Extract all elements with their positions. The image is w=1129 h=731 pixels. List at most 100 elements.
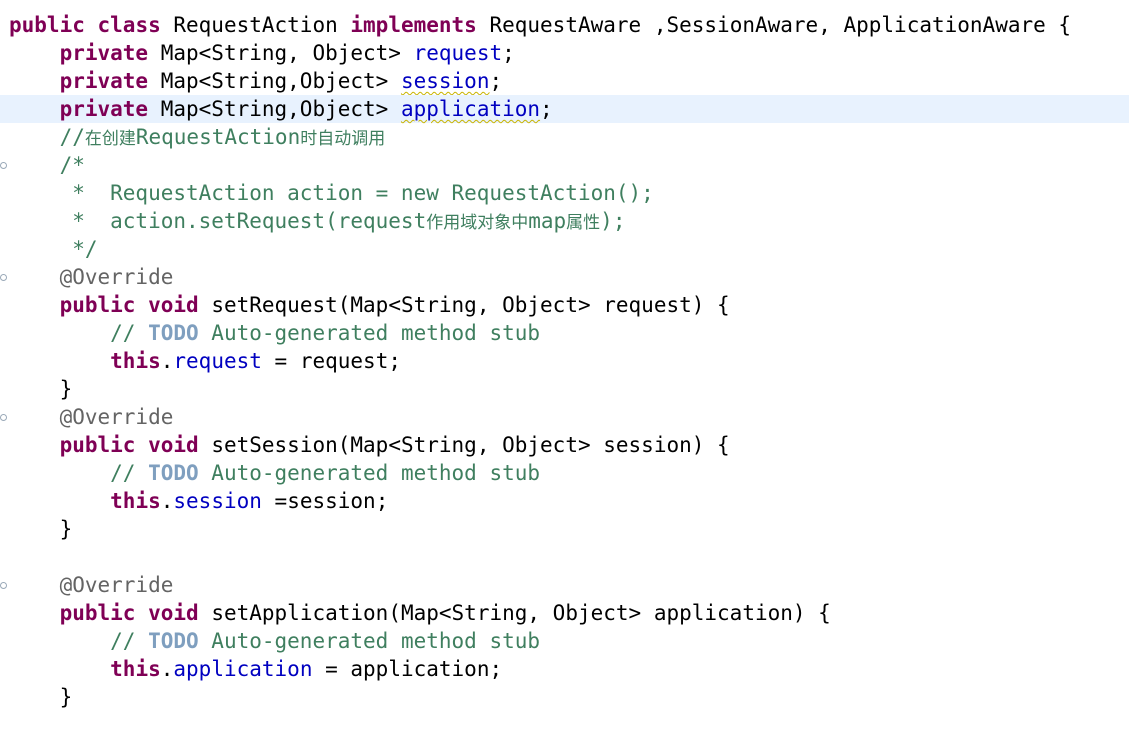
code-line[interactable]: * RequestAction action = new RequestActi… bbox=[0, 179, 1129, 207]
code-line[interactable]: //在创建RequestAction时自动调用 bbox=[0, 123, 1129, 151]
code-token: 时自动调用 bbox=[300, 129, 386, 149]
code-line[interactable]: public void setSession(Map<String, Objec… bbox=[0, 431, 1129, 459]
line-code: @Override bbox=[9, 571, 174, 599]
code-token: = application; bbox=[312, 657, 503, 681]
code-editor[interactable]: public class RequestAction implements Re… bbox=[0, 0, 1129, 731]
code-token: void bbox=[148, 293, 199, 317]
line-code: this.session =session; bbox=[9, 487, 388, 515]
code-token: Auto-generated method stub bbox=[198, 461, 541, 485]
line-code: this.request = request; bbox=[9, 347, 401, 375]
code-token: // bbox=[9, 629, 149, 653]
line-code: public void setRequest(Map<String, Objec… bbox=[9, 291, 730, 319]
code-token: // bbox=[9, 461, 149, 485]
code-token: @Override bbox=[59, 405, 174, 429]
fold-toggle-icon[interactable] bbox=[0, 414, 7, 421]
code-token: * RequestAction action = new RequestActi… bbox=[9, 181, 654, 205]
code-token: =session; bbox=[261, 489, 389, 513]
code-token: Map<String, Object> bbox=[148, 41, 414, 65]
code-token: 属性 bbox=[566, 213, 601, 233]
code-line[interactable]: this.session =session; bbox=[0, 487, 1129, 515]
code-token: Map<String,Object> bbox=[148, 69, 401, 93]
code-line[interactable]: @Override bbox=[0, 403, 1129, 431]
line-code: * action.setRequest(request作用域对象中map属性); bbox=[9, 207, 625, 237]
code-token: setRequest(Map<String, Object> request) … bbox=[198, 293, 730, 317]
line-code: } bbox=[9, 683, 73, 711]
code-line[interactable]: private Map<String,Object> session; bbox=[0, 67, 1129, 95]
line-code: @Override bbox=[9, 263, 174, 291]
code-token: request bbox=[413, 41, 503, 65]
line-code: } bbox=[9, 375, 73, 403]
code-line[interactable]: public class RequestAction implements Re… bbox=[0, 11, 1129, 39]
line-code: public void setApplication(Map<String, O… bbox=[9, 599, 831, 627]
line-code: } bbox=[9, 515, 73, 543]
code-token: map bbox=[528, 209, 567, 233]
code-token: Map<String,Object> bbox=[148, 97, 401, 121]
code-token: @Override bbox=[59, 265, 174, 289]
line-code: this.application = application; bbox=[9, 655, 502, 683]
code-token: 在创建 bbox=[84, 129, 136, 149]
code-token: application bbox=[400, 97, 541, 121]
code-token: Auto-generated method stub bbox=[198, 321, 541, 345]
fold-toggle-icon[interactable] bbox=[0, 582, 7, 589]
code-line[interactable] bbox=[0, 543, 1129, 571]
code-token: public bbox=[59, 293, 136, 317]
code-token: /* bbox=[9, 153, 85, 177]
code-token: RequestAction bbox=[160, 13, 351, 37]
code-line[interactable]: public void setRequest(Map<String, Objec… bbox=[0, 291, 1129, 319]
code-token: TODO bbox=[148, 321, 199, 345]
code-line[interactable]: /* bbox=[0, 151, 1129, 179]
code-line[interactable]: // TODO Auto-generated method stub bbox=[0, 627, 1129, 655]
code-token: private bbox=[59, 41, 149, 65]
line-code: public class RequestAction implements Re… bbox=[9, 11, 1071, 39]
code-line[interactable]: // TODO Auto-generated method stub bbox=[0, 319, 1129, 347]
fold-toggle-icon[interactable] bbox=[0, 274, 7, 281]
code-token: 作用域对象中 bbox=[426, 213, 529, 233]
code-token: */ bbox=[9, 237, 98, 261]
line-code: // TODO Auto-generated method stub bbox=[9, 459, 540, 487]
code-line[interactable]: @Override bbox=[0, 263, 1129, 291]
code-token: TODO bbox=[148, 629, 199, 653]
code-line-current[interactable]: private Map<String,Object> application; bbox=[0, 95, 1129, 123]
code-line[interactable]: } bbox=[0, 683, 1129, 711]
code-line[interactable]: this.application = application; bbox=[0, 655, 1129, 683]
code-token: session bbox=[400, 69, 490, 93]
code-token: Auto-generated method stub bbox=[198, 629, 541, 653]
code-line[interactable]: // TODO Auto-generated method stub bbox=[0, 459, 1129, 487]
code-token: this bbox=[110, 489, 161, 513]
code-token: // bbox=[9, 125, 85, 149]
line-code: /* bbox=[9, 151, 85, 179]
code-line[interactable]: this.request = request; bbox=[0, 347, 1129, 375]
code-token: = request; bbox=[261, 349, 401, 373]
line-code: //在创建RequestAction时自动调用 bbox=[9, 123, 386, 153]
code-line[interactable]: } bbox=[0, 515, 1129, 543]
line-code: // TODO Auto-generated method stub bbox=[9, 627, 540, 655]
code-token: void bbox=[148, 433, 199, 457]
code-token: void bbox=[148, 601, 199, 625]
code-token: private bbox=[59, 97, 149, 121]
code-line[interactable]: } bbox=[0, 375, 1129, 403]
code-line[interactable]: * action.setRequest(request作用域对象中map属性); bbox=[0, 207, 1129, 235]
code-token: * action.setRequest(request bbox=[9, 209, 427, 233]
line-code: // TODO Auto-generated method stub bbox=[9, 319, 540, 347]
code-line[interactable]: */ bbox=[0, 235, 1129, 263]
code-line[interactable]: @Override bbox=[0, 571, 1129, 599]
code-token: } bbox=[9, 377, 73, 401]
fold-toggle-icon[interactable] bbox=[0, 162, 7, 169]
code-token: ; bbox=[540, 97, 553, 121]
code-line[interactable]: public void setApplication(Map<String, O… bbox=[0, 599, 1129, 627]
code-line[interactable]: private Map<String, Object> request; bbox=[0, 39, 1129, 67]
code-token: . bbox=[160, 657, 174, 681]
line-code: private Map<String,Object> session; bbox=[9, 67, 503, 95]
code-token: class bbox=[97, 13, 161, 37]
code-token: application bbox=[173, 657, 313, 681]
